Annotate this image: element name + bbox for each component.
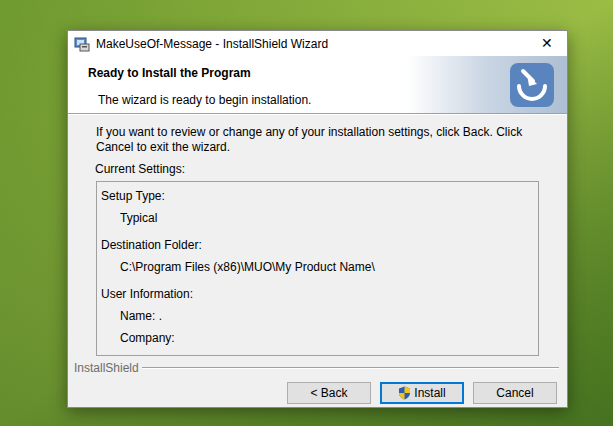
header-title: Ready to Install the Program	[88, 64, 311, 82]
footer: InstallShield	[68, 360, 567, 376]
uac-shield-icon	[398, 386, 411, 400]
settings-value: C:\Program Files (x86)\MUO\My Product Na…	[101, 258, 538, 276]
wizard-body: If you want to review or change any of y…	[68, 115, 567, 356]
wizard-header: Ready to Install the Program The wizard i…	[68, 56, 567, 114]
settings-group: Setup Type: Typical	[101, 187, 538, 227]
title-bar: MakeUseOf-Message - InstallShield Wizard…	[68, 31, 567, 56]
header-banner	[407, 56, 567, 113]
wizard-button[interactable]: Install	[380, 382, 464, 404]
settings-group: User Information: Name: . Company:	[101, 285, 538, 347]
button-row: < Back Install Cancel	[68, 376, 567, 411]
window-title: MakeUseOf-Message - InstallShield Wizard	[96, 35, 527, 53]
footer-divider	[142, 367, 559, 369]
settings-heading: Destination Folder:	[101, 236, 538, 254]
header-subtitle: The wizard is ready to begin installatio…	[88, 91, 311, 109]
wizard-button[interactable]: Cancel	[473, 382, 557, 404]
settings-heading: Setup Type:	[101, 187, 538, 205]
brand-label: InstallShield	[74, 359, 139, 377]
settings-value: Company:	[101, 329, 538, 347]
installer-icon	[74, 36, 90, 52]
settings-label: Current Settings:	[95, 160, 539, 178]
desktop: MakeUseOf-Message - InstallShield Wizard…	[0, 0, 613, 426]
settings-box: Setup Type: Typical Destination Folder: C:\…	[96, 181, 539, 356]
settings-group: Destination Folder: C:\Program Files (x86…	[101, 236, 538, 276]
settings-value: Name: .	[101, 307, 538, 325]
settings-heading: User Information:	[101, 285, 538, 303]
close-button[interactable]: ✕	[527, 31, 567, 56]
wizard-button[interactable]: < Back	[287, 382, 371, 404]
instructions: If you want to review or change any of y…	[96, 125, 539, 155]
installer-dialog: MakeUseOf-Message - InstallShield Wizard…	[67, 30, 568, 408]
settings-value: Typical	[101, 209, 538, 227]
installshield-logo-icon	[509, 62, 555, 108]
